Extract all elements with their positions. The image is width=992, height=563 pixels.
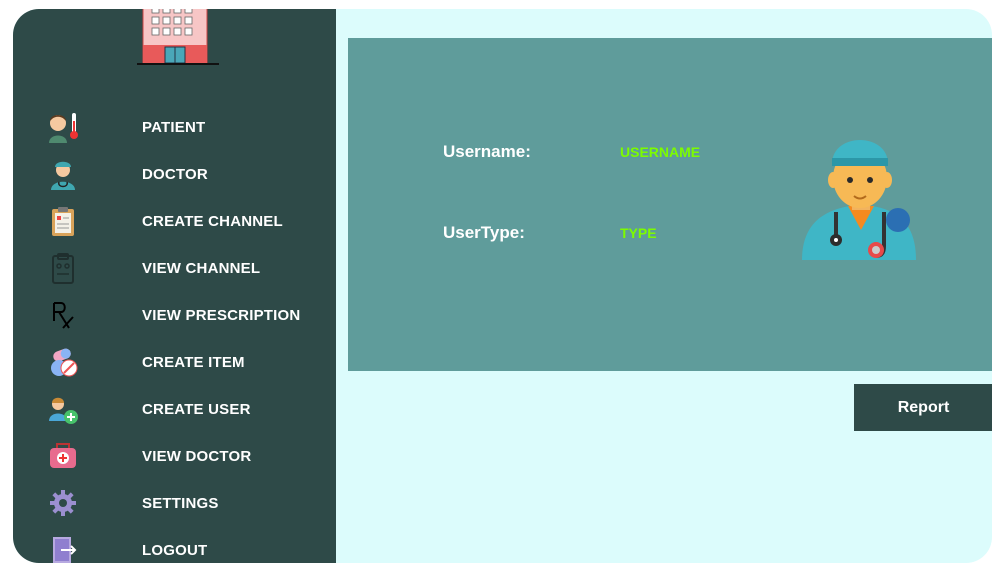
sidebar-item-patient[interactable]: PATIENT: [13, 105, 336, 149]
sidebar-item-create-user[interactable]: CREATE USER: [13, 387, 336, 431]
sidebar-item-logout[interactable]: LOGOUT: [13, 528, 336, 563]
sidebar-item-doctor[interactable]: DOCTOR: [13, 152, 336, 196]
logout-icon: [53, 537, 77, 563]
sidebar-item-label: DOCTOR: [142, 166, 208, 183]
sidebar-item-label: VIEW DOCTOR: [142, 448, 252, 465]
add-user-icon: [49, 397, 78, 424]
sidebar-item-label: VIEW CHANNEL: [142, 260, 261, 277]
gear-icon: [50, 490, 76, 516]
sidebar-item-label: CREATE CHANNEL: [142, 213, 283, 230]
sidebar-item-label: SETTINGS: [142, 495, 219, 512]
username-value: USERNAME: [620, 144, 701, 160]
sidebar-item-view-channel[interactable]: VIEW CHANNEL: [13, 246, 336, 290]
usertype-label: UserType:: [443, 223, 525, 242]
patient-icon: [49, 113, 78, 143]
sidebar-item-create-item[interactable]: CREATE ITEM: [13, 340, 336, 384]
doctor-icon: [51, 161, 75, 190]
report-button[interactable]: Report: [854, 384, 992, 431]
sidebar: PATIENT DOCTOR CREATE CHANNEL VIEW CHANN…: [13, 9, 336, 563]
sidebar-item-view-doctor[interactable]: VIEW DOCTOR: [13, 434, 336, 478]
doctor-avatar-icon: [802, 140, 916, 260]
pills-icon: [51, 348, 78, 377]
sidebar-item-label: PATIENT: [142, 119, 206, 136]
usertype-value: TYPE: [620, 225, 657, 241]
main-content: Username: USERNAME UserType: TYPE Report: [336, 9, 992, 563]
app-window: PATIENT DOCTOR CREATE CHANNEL VIEW CHANN…: [13, 9, 992, 563]
sidebar-item-label: LOGOUT: [142, 542, 208, 559]
medical-kit-icon: [50, 443, 76, 468]
sidebar-item-label: CREATE ITEM: [142, 354, 245, 371]
sidebar-item-view-prescription[interactable]: VIEW PRESCRIPTION: [13, 293, 336, 337]
rx-icon: [53, 302, 74, 329]
clipboard-icon: [52, 207, 74, 236]
sidebar-item-create-channel[interactable]: CREATE CHANNEL: [13, 199, 336, 243]
sidebar-item-label: CREATE USER: [142, 401, 251, 418]
clipboard-outline-icon: [52, 253, 74, 284]
hospital-logo: [137, 9, 219, 65]
user-info-panel: Username: USERNAME UserType: TYPE: [348, 38, 992, 371]
sidebar-item-settings[interactable]: SETTINGS: [13, 481, 336, 525]
sidebar-item-label: VIEW PRESCRIPTION: [142, 307, 301, 324]
username-label: Username:: [443, 142, 531, 161]
